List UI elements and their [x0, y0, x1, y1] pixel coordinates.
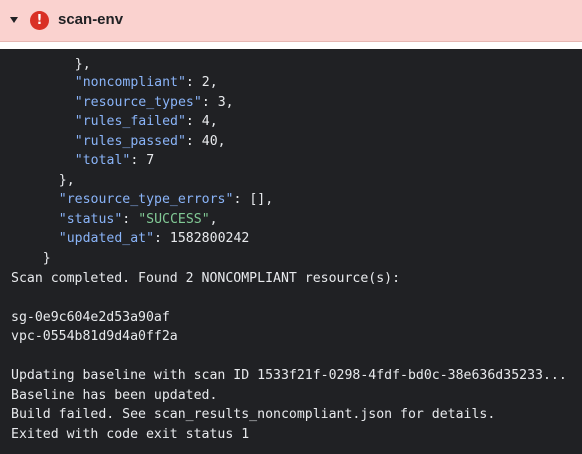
log-line-close-inner: }, — [58, 172, 75, 188]
log-line-build-failed: Build failed. See scan_results_noncompli… — [11, 407, 496, 422]
step-header[interactable]: ! scan-env — [0, 0, 582, 42]
caret-down-icon[interactable] — [10, 17, 18, 23]
header-divider — [0, 42, 582, 49]
log-line-exit-status: Exited with code exit status 1 — [11, 426, 250, 442]
log-line-close-outer: } — [42, 250, 51, 266]
log-line-updated-at: "updated_at": 1582800242 — [58, 231, 250, 246]
log-line-scan-completed: Scan completed. Found 2 NONCOMPLIANT res… — [11, 270, 401, 286]
log-line-baseline-updated: Baseline has been updated. — [11, 387, 218, 403]
log-line-resource-type-errors: "resource_type_errors": [], — [58, 192, 274, 207]
log-line-updating-baseline: Updating baseline with scan ID 1533f21f-… — [11, 368, 567, 383]
log-line-rules-passed: "rules_passed": 40, — [74, 133, 226, 149]
log-line-rules-failed: "rules_failed": 4, — [74, 114, 218, 129]
log-line-noncompliant: "noncompliant": 2, — [74, 75, 218, 90]
log-line-resource-2: vpc-0554b81d9d4a0ff2a — [11, 329, 178, 344]
log-line-status: "status": "SUCCESS", — [58, 211, 218, 227]
log-line-resource-1: sg-0e9c604e2d53a90af — [11, 309, 170, 325]
error-icon: ! — [30, 11, 49, 30]
log-line-total: "total": 7 — [74, 153, 155, 168]
step-title: scan-env — [58, 11, 124, 28]
log-output[interactable]: }, "noncompliant": 2, "resource_types": … — [0, 49, 582, 454]
log-line-resource-types: "resource_types": 3, — [74, 94, 234, 110]
